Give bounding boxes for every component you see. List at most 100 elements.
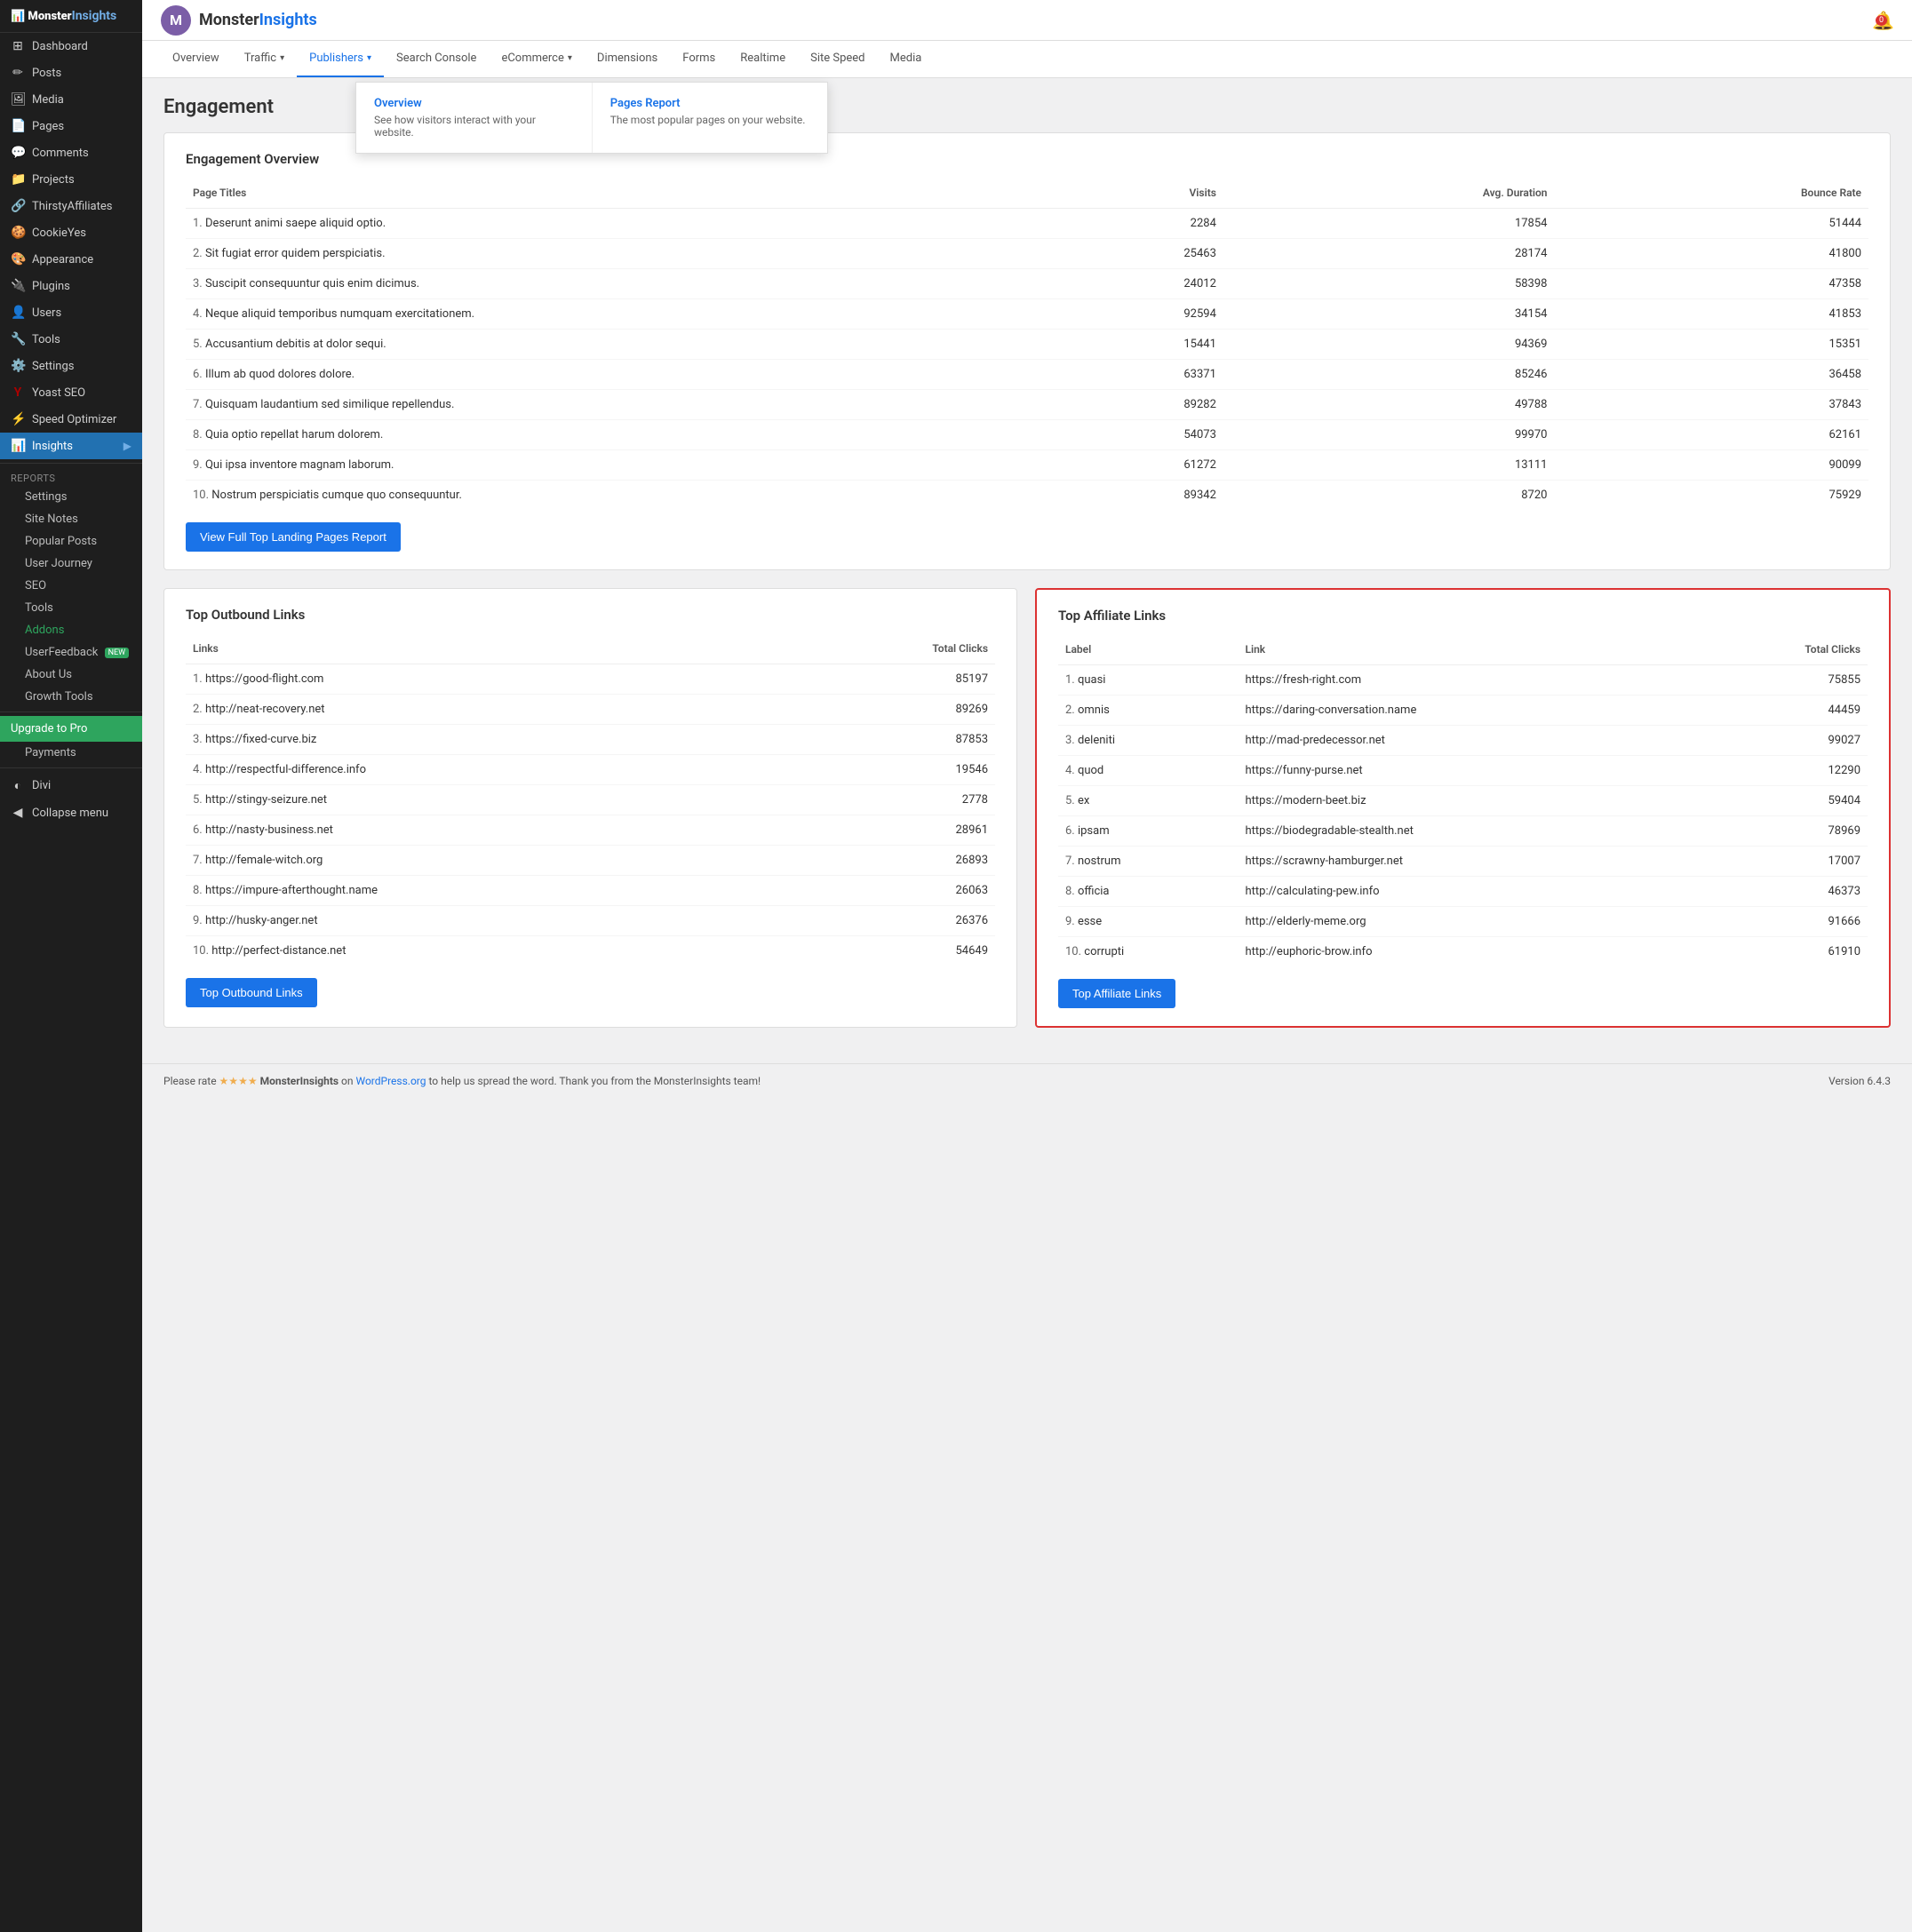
engagement-table: Page Titles Visits Avg. Duration Bounce …	[186, 181, 1868, 510]
col-visits: Visits	[1027, 181, 1223, 209]
sidebar-logo: 📊 MonsterInsights	[0, 0, 142, 33]
comments-icon: 💬	[11, 146, 25, 160]
tab-overview[interactable]: Overview	[160, 41, 232, 77]
list-item: 10. corrupti http://euphoric-brow.info 6…	[1058, 937, 1868, 967]
outbound-links-title: Top Outbound Links	[186, 607, 995, 623]
sidebar-item-cookieyes[interactable]: 🍪 CookieYes	[0, 219, 142, 246]
sidebar-item-comments[interactable]: 💬 Comments	[0, 139, 142, 166]
sidebar-item-speed-optimizer[interactable]: ⚡ Speed Optimizer	[0, 406, 142, 433]
star-ratings: ★★★★	[219, 1075, 260, 1087]
traffic-arrow: ▾	[280, 53, 284, 63]
sidebar-item-settings[interactable]: ⚙️ Settings	[0, 353, 142, 379]
col-label: Label	[1058, 638, 1239, 665]
pages-icon: 📄	[11, 119, 25, 133]
sidebar-sub-userfeedback[interactable]: UserFeedback NEW	[0, 641, 142, 664]
tab-media[interactable]: Media	[878, 41, 935, 77]
dropdown-col-pages[interactable]: Pages Report The most popular pages on y…	[593, 83, 828, 153]
sidebar-item-divi[interactable]: ◐ Divi	[0, 772, 142, 799]
media-icon: 🖼	[11, 92, 25, 107]
main-content: Engagement Engagement Overview Page Titl…	[142, 78, 1912, 1063]
table-row: 1. Deserunt animi saepe aliquid optio. 2…	[186, 209, 1868, 239]
insights-arrow: ▶	[123, 440, 131, 452]
projects-icon: 📁	[11, 172, 25, 187]
wordpress-org-link[interactable]: WordPress.org	[355, 1075, 426, 1087]
tab-site-speed[interactable]: Site Speed	[798, 41, 877, 77]
sidebar-item-insights[interactable]: 📊 Insights ▶	[0, 433, 142, 459]
tab-search-console[interactable]: Search Console	[384, 41, 489, 77]
sidebar-sub-site-notes[interactable]: Site Notes	[0, 508, 142, 530]
list-item: 6. http://nasty-business.net 28961	[186, 815, 995, 846]
table-row: 9. Qui ipsa inventore magnam laborum. 61…	[186, 450, 1868, 481]
bottom-two-cols: Top Outbound Links Links Total Clicks 1.…	[163, 588, 1891, 1046]
col-links: Links	[186, 637, 785, 664]
svg-text:M: M	[170, 12, 182, 28]
sidebar-item-yoast[interactable]: Y Yoast SEO	[0, 379, 142, 406]
monster-logo-icon: M	[160, 4, 192, 36]
affiliate-links-table: Label Link Total Clicks 1. quasi https:/…	[1058, 638, 1868, 966]
tab-realtime[interactable]: Realtime	[728, 41, 798, 77]
tools-icon: 🔧	[11, 332, 25, 346]
dropdown-col-overview[interactable]: Overview See how visitors interact with …	[356, 83, 592, 153]
divi-icon: ◐	[11, 778, 25, 793]
sidebar-sub-tools[interactable]: Tools	[0, 597, 142, 619]
tab-dimensions[interactable]: Dimensions	[585, 41, 670, 77]
topbar: M MonsterInsights 🔔 0	[142, 0, 1912, 41]
sidebar-item-media[interactable]: 🖼 Media	[0, 86, 142, 113]
logo-text: MonsterInsights	[199, 11, 317, 29]
sidebar-item-appearance[interactable]: 🎨 Appearance	[0, 246, 142, 273]
sidebar-item-users[interactable]: 👤 Users	[0, 299, 142, 326]
sidebar-sub-payments[interactable]: Payments	[0, 742, 142, 764]
tab-ecommerce[interactable]: eCommerce ▾	[489, 41, 584, 77]
list-item: 8. https://impure-afterthought.name 2606…	[186, 876, 995, 906]
list-item: 7. http://female-witch.org 26893	[186, 846, 995, 876]
notification-bell[interactable]: 🔔 0	[1872, 10, 1894, 31]
sidebar-sub-seo[interactable]: SEO	[0, 575, 142, 597]
sidebar-item-plugins[interactable]: 🔌 Plugins	[0, 273, 142, 299]
sidebar-sub-user-journey[interactable]: User Journey	[0, 553, 142, 575]
col-bounce-rate: Bounce Rate	[1554, 181, 1868, 209]
nav-tabs: Overview Traffic ▾ Publishers ▾ Search C…	[142, 41, 1912, 78]
list-item: 8. officia http://calculating-pew.info 4…	[1058, 877, 1868, 907]
insights-icon: 📊	[11, 439, 25, 453]
sidebar-sub-addons[interactable]: Addons	[0, 619, 142, 641]
col-total-clicks: Total Clicks	[785, 637, 995, 664]
top-affiliate-button[interactable]: Top Affiliate Links	[1058, 979, 1175, 1008]
sidebar-upgrade-pro[interactable]: Upgrade to Pro	[0, 716, 142, 742]
sidebar-sub-settings[interactable]: Settings	[0, 486, 142, 508]
tab-forms[interactable]: Forms	[670, 41, 728, 77]
reports-section-label: Reports	[0, 467, 142, 486]
sidebar-sub-popular-posts[interactable]: Popular Posts	[0, 530, 142, 553]
list-item: 9. esse http://elderly-meme.org 91666	[1058, 907, 1868, 937]
col-link: Link	[1239, 638, 1696, 665]
table-row: 2. Sit fugiat error quidem perspiciatis.…	[186, 239, 1868, 269]
sidebar-item-tools[interactable]: 🔧 Tools	[0, 326, 142, 353]
list-item: 4. http://respectful-difference.info 195…	[186, 755, 995, 785]
sidebar-item-pages[interactable]: 📄 Pages	[0, 113, 142, 139]
sidebar-item-thirstyaffiliates[interactable]: 🔗 ThirstyAffiliates	[0, 193, 142, 219]
sidebar-sub-about-us[interactable]: About Us	[0, 664, 142, 686]
sidebar-item-dashboard[interactable]: ⊞ Dashboard	[0, 33, 142, 60]
tab-traffic[interactable]: Traffic ▾	[232, 41, 297, 77]
topbar-logo: M MonsterInsights	[160, 4, 317, 36]
plugins-icon: 🔌	[11, 279, 25, 293]
list-item: 10. http://perfect-distance.net 54649	[186, 936, 995, 966]
col-page-titles: Page Titles	[186, 181, 1027, 209]
table-row: 10. Nostrum perspiciatis cumque quo cons…	[186, 481, 1868, 511]
sidebar-brand: 📊 MonsterInsights	[11, 10, 116, 23]
view-full-report-button[interactable]: View Full Top Landing Pages Report	[186, 522, 401, 552]
table-row: 3. Suscipit consequuntur quis enim dicim…	[186, 269, 1868, 299]
tab-publishers[interactable]: Publishers ▾	[297, 41, 384, 77]
appearance-icon: 🎨	[11, 252, 25, 266]
users-icon: 👤	[11, 306, 25, 320]
sidebar-item-posts[interactable]: ✏ Posts	[0, 60, 142, 86]
sidebar: 📊 MonsterInsights ⊞ Dashboard ✏ Posts 🖼 …	[0, 0, 142, 1932]
sidebar-item-projects[interactable]: 📁 Projects	[0, 166, 142, 193]
sidebar-collapse-menu[interactable]: ◀ Collapse menu	[0, 799, 142, 826]
list-item: 6. ipsam https://biodegradable-stealth.n…	[1058, 816, 1868, 847]
table-row: 4. Neque aliquid temporibus numquam exer…	[186, 299, 1868, 330]
list-item: 2. omnis https://daring-conversation.nam…	[1058, 696, 1868, 726]
sidebar-sub-growth-tools[interactable]: Growth Tools	[0, 686, 142, 708]
version-text: Version 6.4.3	[1828, 1075, 1891, 1087]
publishers-arrow: ▾	[367, 53, 371, 63]
top-outbound-button[interactable]: Top Outbound Links	[186, 978, 317, 1007]
